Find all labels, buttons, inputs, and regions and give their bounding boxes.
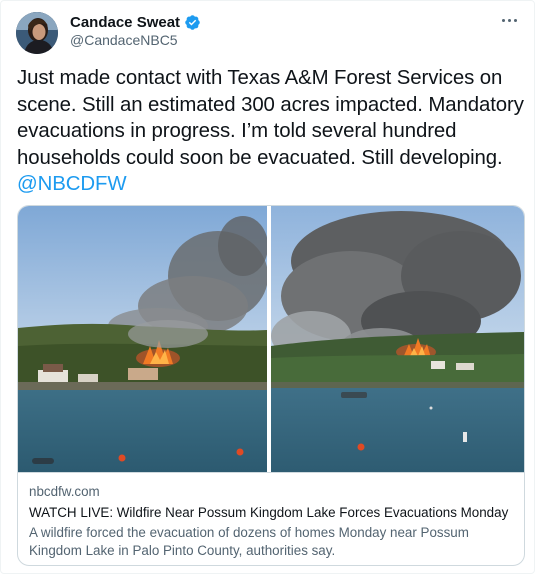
card-info[interactable]: nbcdfw.com WATCH LIVE: Wildfire Near Pos… bbox=[18, 472, 524, 565]
tweet-text: Just made contact with Texas A&M Forest … bbox=[17, 65, 527, 198]
wildfire-image-right bbox=[271, 206, 524, 472]
more-horizontal-icon bbox=[501, 18, 505, 22]
card-media[interactable] bbox=[18, 206, 524, 472]
avatar-photo bbox=[16, 12, 58, 54]
link-preview-card[interactable]: nbcdfw.com WATCH LIVE: Wildfire Near Pos… bbox=[17, 205, 525, 566]
tweet-body: Just made contact with Texas A&M Forest … bbox=[17, 67, 524, 169]
card-domain: nbcdfw.com bbox=[29, 484, 100, 499]
card-description: A wildfire forced the evacuation of doze… bbox=[29, 525, 469, 558]
more-options-button[interactable] bbox=[498, 10, 520, 30]
card-title: WATCH LIVE: Wildfire Near Possum Kingdom… bbox=[29, 505, 509, 520]
wildfire-photo-right[interactable] bbox=[271, 206, 524, 472]
author-display-name[interactable]: Candace Sweat bbox=[70, 14, 180, 31]
verified-badge-icon bbox=[185, 14, 200, 30]
author-handle[interactable]: @CandaceNBC5 bbox=[70, 32, 178, 48]
author-name-row: Candace Sweat bbox=[70, 12, 201, 32]
wildfire-photo-left[interactable] bbox=[18, 206, 267, 472]
tweet-card: Candace Sweat @CandaceNBC5 Just made con… bbox=[0, 0, 535, 574]
mention-link[interactable]: @NBCDFW bbox=[17, 173, 127, 195]
wildfire-image-left bbox=[18, 206, 267, 472]
author-avatar[interactable] bbox=[16, 12, 58, 54]
